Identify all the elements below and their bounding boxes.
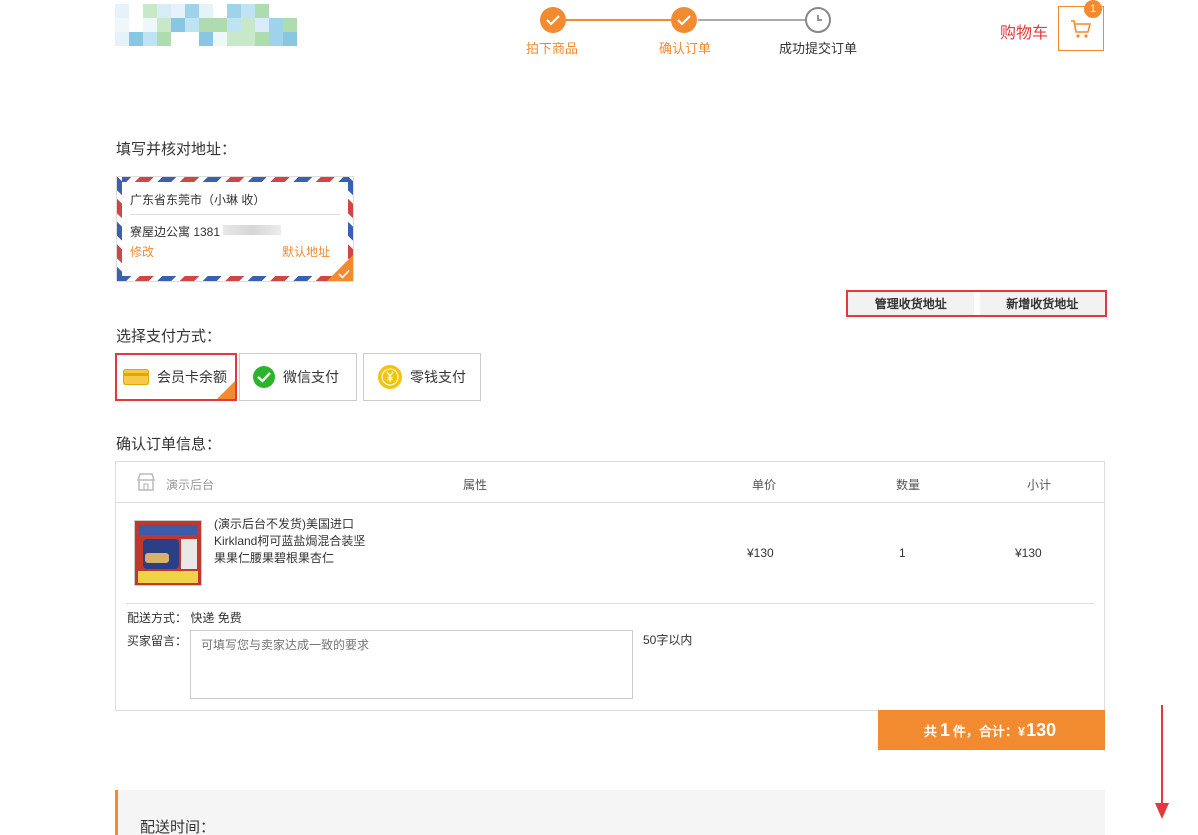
total-amount: 130 bbox=[1026, 719, 1057, 740]
logo-pixel bbox=[185, 4, 199, 18]
shipping-value: 快递 免费 bbox=[190, 611, 242, 625]
logo-pixel bbox=[227, 32, 241, 46]
selected-corner bbox=[217, 381, 235, 399]
site-logo[interactable] bbox=[115, 2, 305, 50]
shop-icon bbox=[136, 473, 156, 491]
logo-pixel bbox=[255, 32, 269, 46]
address-actions: 管理收货地址 新增收货地址 bbox=[846, 290, 1107, 317]
airmail-border bbox=[117, 276, 353, 281]
delivery-time-section: 配送时间： bbox=[115, 790, 1105, 835]
address-region-recipient: 广东省东莞市（小琳 收） bbox=[130, 193, 266, 207]
step-1-check-icon bbox=[540, 7, 566, 33]
order-table: 演示后台 属性 单价 数量 小计 (演示后台不发货)美国进口Kirkland柯可… bbox=[115, 461, 1105, 711]
logo-pixel bbox=[199, 18, 213, 32]
col-attr: 属性 bbox=[463, 478, 488, 492]
order-progress-steps: 拍下商品 确认订单 成功提交订单 bbox=[510, 6, 880, 56]
address-detail-phone: 寮屋边公寓 1381 bbox=[130, 225, 221, 239]
address-card[interactable]: 广东省东莞市（小琳 收） 寮屋边公寓 1381 修改 默认地址 bbox=[116, 176, 354, 282]
logo-pixel bbox=[255, 18, 269, 32]
logo-pixel bbox=[283, 32, 297, 46]
logo-pixel bbox=[241, 18, 255, 32]
logo-pixel bbox=[269, 32, 283, 46]
logo-pixel bbox=[255, 4, 269, 18]
card-icon bbox=[123, 369, 149, 385]
address-default-label: 默认地址 bbox=[281, 245, 330, 259]
cart-count-badge: 1 bbox=[1084, 0, 1102, 18]
buyer-message-input[interactable] bbox=[190, 630, 633, 699]
logo-pixel bbox=[171, 4, 185, 18]
logo-pixel bbox=[143, 32, 157, 46]
logo-pixel bbox=[129, 32, 143, 46]
logo-pixel bbox=[157, 32, 171, 46]
step-1-label: 拍下商品 bbox=[526, 41, 579, 56]
logo-pixel bbox=[143, 4, 157, 18]
address-divider bbox=[130, 214, 340, 215]
airmail-border bbox=[117, 177, 353, 182]
address-edit-link[interactable]: 修改 bbox=[130, 243, 154, 260]
logo-pixel bbox=[115, 32, 129, 46]
order-total-bar: 共 1 件，合计：¥ 130 bbox=[878, 710, 1105, 750]
logo-pixel bbox=[227, 4, 241, 18]
logo-pixel bbox=[157, 18, 171, 32]
pay-option-label: 微信支付 bbox=[283, 369, 339, 385]
logo-pixel bbox=[227, 18, 241, 32]
logo-pixel bbox=[213, 32, 227, 46]
logo-pixel bbox=[115, 18, 129, 32]
logo-pixel bbox=[241, 32, 255, 46]
product-thumbnail[interactable] bbox=[134, 520, 202, 586]
shipping-method: 配送方式： 快递 免费 bbox=[127, 609, 242, 626]
item-subtotal: ¥130 bbox=[1015, 546, 1042, 560]
shipping-label: 配送方式： bbox=[127, 611, 188, 625]
step-connector bbox=[698, 19, 806, 21]
logo-pixel bbox=[171, 18, 185, 32]
step-3-clock-icon bbox=[805, 7, 831, 33]
logo-pixel bbox=[199, 4, 213, 18]
buyer-message-label: 买家留言： bbox=[127, 634, 188, 648]
wechat-icon bbox=[253, 366, 275, 388]
cart-link[interactable]: 购物车 bbox=[1000, 19, 1048, 43]
selected-check-icon bbox=[338, 269, 350, 279]
logo-pixel bbox=[283, 18, 297, 32]
logo-pixel bbox=[143, 18, 157, 32]
airmail-border bbox=[117, 177, 122, 281]
col-subtotal: 小计 bbox=[1027, 478, 1052, 492]
delivery-time-title: 配送时间： bbox=[140, 819, 216, 835]
address-section-title: 填写并核对地址： bbox=[116, 141, 237, 158]
coin-icon bbox=[378, 365, 402, 389]
pay-option-member-card[interactable]: 会员卡余额 bbox=[115, 353, 237, 401]
shop-name[interactable]: 演示后台 bbox=[166, 476, 214, 493]
order-table-header: 演示后台 属性 单价 数量 小计 bbox=[116, 462, 1104, 503]
message-char-limit: 50字以内 bbox=[643, 633, 693, 647]
item-price: ¥130 bbox=[747, 546, 774, 560]
logo-pixel bbox=[185, 18, 199, 32]
pay-option-wechat[interactable]: 微信支付 bbox=[239, 353, 357, 401]
pay-option-change[interactable]: 零钱支付 bbox=[363, 353, 481, 401]
scroll-down-arrow-icon bbox=[1155, 705, 1169, 819]
step-3-label: 成功提交订单 bbox=[779, 41, 858, 56]
payment-section-title: 选择支付方式： bbox=[116, 328, 222, 345]
col-price: 单价 bbox=[752, 478, 777, 492]
add-address-button[interactable]: 新增收货地址 bbox=[979, 292, 1105, 315]
order-section-title: 确认订单信息： bbox=[116, 436, 222, 453]
manage-address-button[interactable]: 管理收货地址 bbox=[848, 292, 974, 315]
logo-pixel bbox=[213, 18, 227, 32]
step-2-check-icon bbox=[671, 7, 697, 33]
cart-icon bbox=[1071, 19, 1092, 38]
step-connector bbox=[554, 19, 684, 21]
col-qty: 数量 bbox=[896, 478, 921, 492]
total-count: 1 bbox=[939, 719, 950, 740]
row-divider bbox=[126, 603, 1094, 604]
step-2-label: 确认订单 bbox=[659, 41, 712, 56]
pay-option-label: 零钱支付 bbox=[410, 369, 466, 385]
logo-pixel bbox=[241, 4, 255, 18]
logo-pixel bbox=[157, 4, 171, 18]
logo-pixel bbox=[115, 4, 129, 18]
product-name[interactable]: (演示后台不发货)美国进口Kirkland柯可蓝盐焗混合装坚果果仁腰果碧根果杏仁 bbox=[214, 516, 374, 567]
logo-pixel bbox=[199, 32, 213, 46]
total-prefix: 共 bbox=[923, 723, 937, 739]
logo-pixel bbox=[269, 18, 283, 32]
redacted-phone bbox=[223, 225, 281, 235]
total-mid: 件，合计：¥ bbox=[952, 723, 1026, 739]
item-qty: 1 bbox=[899, 546, 906, 560]
